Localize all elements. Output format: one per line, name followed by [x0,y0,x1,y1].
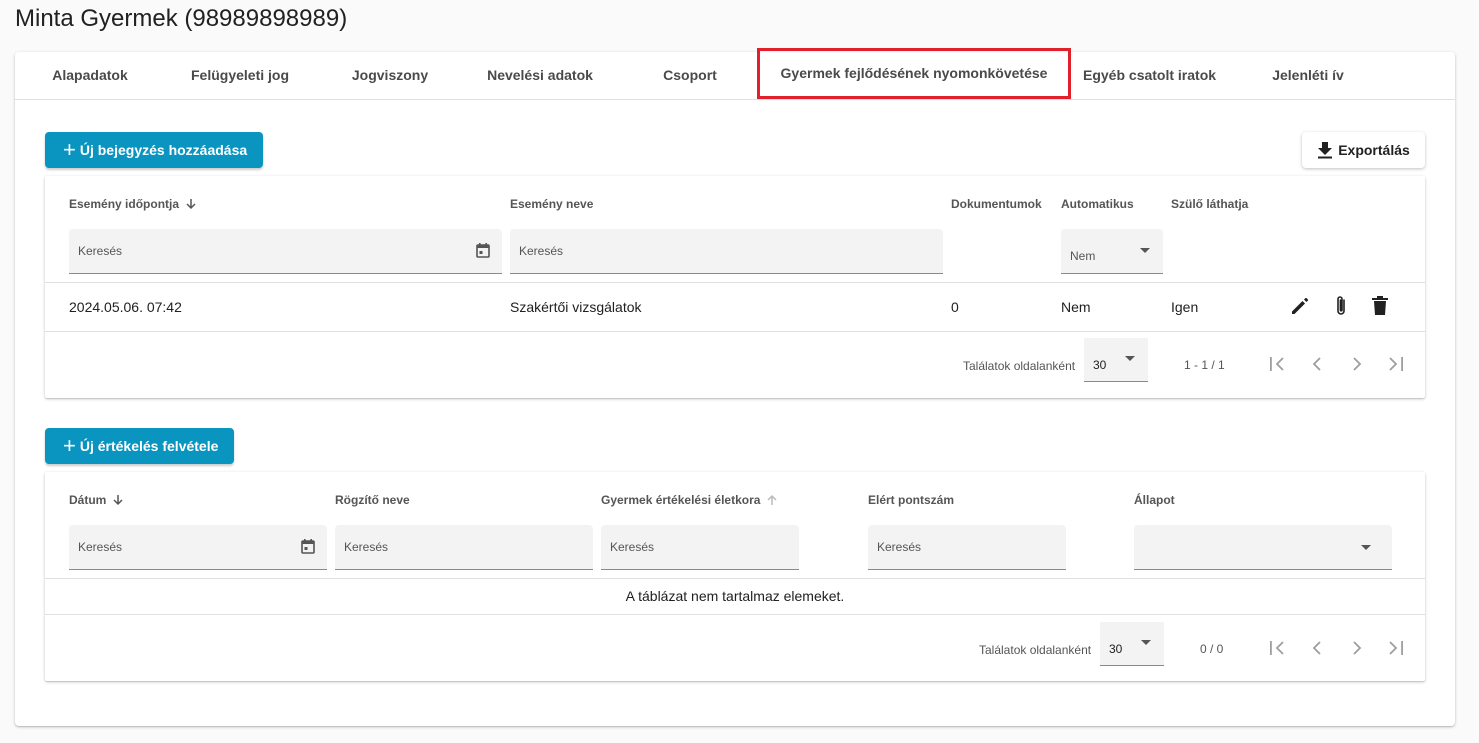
arrow-down-icon [186,199,196,210]
cell-event-name: Szakértői vizsgálatok [510,299,642,315]
caret-down-icon [1361,545,1371,550]
filter-placeholder: Keresés [610,540,655,554]
column-header-automatic: Automatikus [1061,197,1134,211]
next-page-icon[interactable] [1351,640,1363,656]
empty-table-message: A táblázat nem tartalmaz elemeket. [625,588,845,604]
tab-jelenleti-iv[interactable]: Jelenléti ív [1268,52,1348,100]
caret-down-icon [1140,248,1150,253]
column-header-parent-visible: Szülő láthatja [1171,197,1249,211]
add-evaluation-label: Új értékelés felvétele [79,438,219,454]
tab-bar: Alapadatok Felügyeleti jog Jogviszony Ne… [15,48,1455,100]
events-table: Esemény időpontja Esemény neve Dokumentu… [45,176,1425,398]
column-header-event-name: Esemény neve [510,197,594,211]
recorder-filter[interactable]: Keresés [335,525,593,570]
filter-placeholder: Keresés [877,540,922,554]
calendar-icon[interactable] [476,243,490,258]
cell-automatic: Nem [1061,299,1091,315]
column-label: Gyermek értékelési életkora [601,493,761,507]
calendar-icon[interactable] [301,539,315,554]
column-label: Esemény időpontja [69,197,180,211]
page-range: 1 - 1 / 1 [1184,358,1225,372]
last-page-icon[interactable] [1388,640,1404,656]
next-page-icon[interactable] [1351,356,1363,372]
evaluations-table: Dátum Rögzítő neve Gyermek értékelési él… [45,472,1425,681]
caret-down-icon [1125,356,1135,361]
age-filter[interactable]: Keresés [601,525,799,570]
prev-page-icon[interactable] [1311,640,1323,656]
add-entry-button[interactable]: + Új bejegyzés hozzáadása [45,132,264,168]
prev-page-icon[interactable] [1311,356,1323,372]
event-date-filter[interactable]: Keresés [69,229,502,274]
filter-placeholder: Keresés [78,540,123,554]
column-header-recorder: Rögzítő neve [335,493,410,507]
column-header-date[interactable]: Dátum [69,493,124,507]
first-page-icon[interactable] [1269,356,1285,372]
divider [45,578,1425,579]
filter-placeholder: Keresés [519,244,564,258]
column-label: Dátum [69,493,107,507]
tab-egyeb-csatolt-iratok[interactable]: Egyéb csatolt iratok [1083,52,1216,100]
filter-placeholder: Keresés [344,540,389,554]
divider [45,614,1425,615]
tab-csoport[interactable]: Csoport [655,52,725,100]
filter-placeholder: Keresés [78,244,123,258]
column-header-status: Állapot [1134,493,1175,507]
select-value: 30 [1093,357,1107,372]
attach-icon[interactable] [1335,295,1347,317]
tab-gyermek-fejlodes[interactable]: Gyermek fejlődésének nyomonkövetése [757,48,1071,99]
delete-icon[interactable] [1372,296,1388,315]
arrow-down-icon [113,495,123,506]
score-filter[interactable]: Keresés [868,525,1066,570]
add-evaluation-button[interactable]: + Új értékelés felvétele [45,428,235,464]
tab-nevelesi-adatok[interactable]: Nevelési adatok [480,52,600,100]
date-filter[interactable]: Keresés [69,525,327,570]
divider [45,282,1425,283]
last-page-icon[interactable] [1388,356,1404,372]
plus-icon: + [63,433,76,458]
plus-icon: + [63,137,76,162]
page-size-label: Találatok oldalanként [979,643,1092,657]
main-card: Alapadatok Felügyeleti jog Jogviszony Ne… [15,48,1455,726]
arrow-up-icon [767,494,777,505]
column-header-score: Elért pontszám [868,493,955,507]
tab-jogviszony[interactable]: Jogviszony [345,52,435,100]
export-label: Exportálás [1338,142,1410,158]
edit-icon[interactable] [1291,297,1309,315]
page-size-label: Találatok oldalanként [963,359,1076,373]
add-entry-label: Új bejegyzés hozzáadása [79,142,248,158]
tab-felugyeleti-jog[interactable]: Felügyeleti jog [185,52,295,100]
export-button[interactable]: Exportálás [1302,132,1425,168]
page-range: 0 / 0 [1200,642,1224,656]
select-value: Nem [1070,249,1096,263]
column-header-documents: Dokumentumok [951,197,1042,211]
select-value: 30 [1109,641,1123,656]
divider [45,331,1425,332]
column-header-age[interactable]: Gyermek értékelési életkora [601,493,778,507]
first-page-icon[interactable] [1269,640,1285,656]
event-name-filter[interactable]: Keresés [510,229,943,274]
cell-parent-visible: Igen [1171,299,1199,315]
caret-down-icon [1141,640,1151,645]
cell-event-date: 2024.05.06. 07:42 [69,299,182,315]
page-size-select[interactable]: 30 [1100,622,1164,666]
tab-alapadatok[interactable]: Alapadatok [45,52,135,100]
automatic-filter-select[interactable]: Nem [1061,229,1163,274]
page-title: Minta Gyermek (98989898989) [15,5,348,32]
cell-documents: 0 [951,299,959,315]
status-filter-select[interactable] [1134,525,1392,570]
download-icon [1318,142,1333,159]
page-size-select[interactable]: 30 [1084,338,1148,382]
column-header-event-date[interactable]: Esemény időpontja [69,197,197,211]
